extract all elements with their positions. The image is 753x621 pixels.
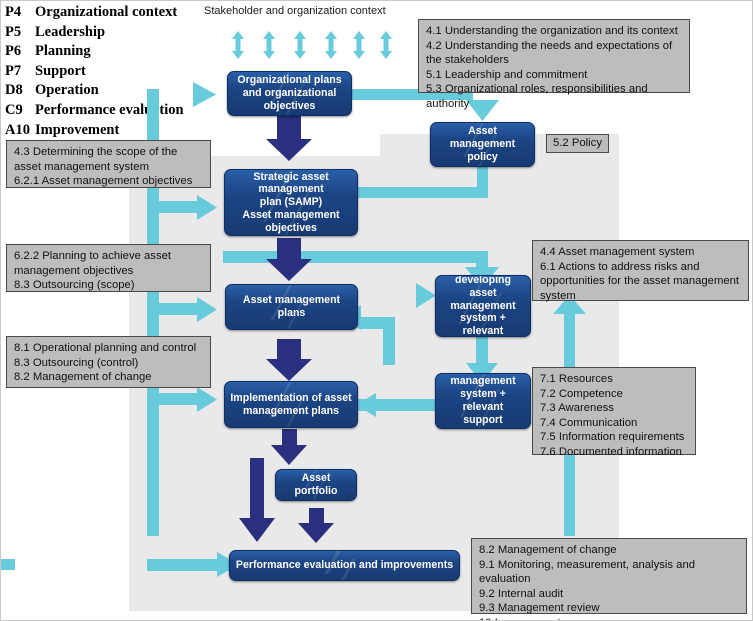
note-line: 7.4 Communication xyxy=(540,416,638,429)
legend-item: P6 Planning xyxy=(5,42,184,62)
ams-line-2: system + relevant xyxy=(460,388,506,413)
box-asset-management-plans[interactable]: Asset management plans xyxy=(225,284,358,330)
ams-line-1: Asset management xyxy=(450,374,516,388)
box-organizational-plans[interactable]: Organizational plans and organizational … xyxy=(227,71,352,116)
note-line: 7.2 Competence xyxy=(540,387,623,400)
legend-label: Planning xyxy=(35,43,91,60)
note-line: 9.2 Internal audit xyxy=(479,587,564,600)
box-label: Asset management system + relevant suppo… xyxy=(436,374,530,428)
legend-label: Performance evaluation xyxy=(35,101,184,118)
box-ams-support-elements[interactable]: Asset management system + relevant suppo… xyxy=(435,373,531,429)
legend-item: P5 Leadership xyxy=(5,23,184,43)
box-label: Performance evaluation and improvements xyxy=(235,559,454,572)
impl-line-1: Implementation of asset xyxy=(230,391,352,404)
legend-label: Organizational context xyxy=(35,4,178,20)
connector-samp-to-plans-h xyxy=(223,251,487,263)
box-label: Implementation of asset management plans xyxy=(226,392,355,418)
note-right-system: 4.4 Asset management system 6.1 Actions … xyxy=(532,240,749,302)
note-line: 8.1 Operational planning and control xyxy=(14,342,197,354)
legend-code: D8 xyxy=(5,82,23,99)
stakeholder-context-caption: Stakeholder and organization context xyxy=(204,5,386,17)
note-line: 8.3 Outsourcing (control) xyxy=(14,356,139,369)
note-line: 6.2.1 Asset management objectives xyxy=(14,175,193,188)
note-line: 6.2.2 Planning to achieve asset manageme… xyxy=(14,250,172,277)
note-line: 7.1 Resources xyxy=(540,373,613,385)
box-label: Asset management policy xyxy=(449,125,516,163)
samp-line-4: objectives xyxy=(265,221,317,234)
connector-ams-to-impl-h xyxy=(356,399,436,411)
note-line: 10 Improvement xyxy=(479,616,740,620)
connector-right-spine-top xyxy=(564,304,575,314)
box-label: Asset portfolio xyxy=(294,472,338,497)
plans-dev-line-2: asset management xyxy=(450,286,516,312)
note-left-operation: 8.1 Operational planning and control 8.3… xyxy=(6,336,211,388)
samp-line-2: plan (SAMP) xyxy=(259,196,323,209)
note-line: 7.5 Information requirements xyxy=(540,431,685,444)
arrowhead-to-org-plans xyxy=(193,82,216,107)
note-line: 7.3 Awareness xyxy=(540,402,614,415)
note-line: 4.1 Understanding the organization and i… xyxy=(426,25,678,37)
connector-impl-to-performance-bar xyxy=(250,458,264,518)
note-line: 8.2 Management of change xyxy=(479,544,617,556)
samp-line-1: Strategic asset management xyxy=(253,170,329,196)
plans-dev-line-3: system + relevant xyxy=(460,312,506,337)
connector-samp-to-plans-v xyxy=(476,251,488,276)
legend-label: Support xyxy=(35,62,86,79)
diagram-canvas: P4 Organizational context P5 Leadership … xyxy=(0,0,753,621)
box-performance-evaluation[interactable]: Performance evaluation and improvements xyxy=(229,550,460,581)
stakeholder-double-arrows xyxy=(232,31,392,59)
box-label: Asset management plans xyxy=(242,294,341,319)
note-line: 4.2 Understanding the needs and expectat… xyxy=(426,39,673,67)
note-line: 6.1 Actions to address risks and opportu… xyxy=(540,260,740,302)
plans-dev-line-1: Plans for developing xyxy=(455,275,511,287)
legend-code: P4 xyxy=(5,4,22,20)
box-label: Plans for developing asset management sy… xyxy=(436,275,530,337)
note-line: 5.1 Leadership and commitment xyxy=(426,68,588,81)
legend-label: Operation xyxy=(35,82,99,99)
arrow-orgplans-to-samp xyxy=(266,116,312,161)
box-label: Strategic asset management plan (SAMP) A… xyxy=(225,171,357,235)
box-asset-management-policy[interactable]: Asset management policy xyxy=(430,122,535,167)
legend-label: Leadership xyxy=(35,23,106,40)
note-line: 8.3 Outsourcing (scope) xyxy=(14,279,135,292)
connector-performance-stub-left xyxy=(1,559,15,570)
connector-policy-to-samp-h xyxy=(357,187,488,198)
legend-code: P5 xyxy=(5,23,22,40)
legend-item: P7 Support xyxy=(5,62,184,82)
connector-plans-to-amplans-v xyxy=(383,323,395,365)
box-plans-for-developing[interactable]: Plans for developing asset management sy… xyxy=(435,275,531,337)
note-top-right: 4.1 Understanding the organization and i… xyxy=(418,19,690,110)
note-line: 5.3 Organizational roles, responsibiliti… xyxy=(426,83,648,110)
note-right-support: 7.1 Resources 7.2 Competence 7.3 Awarene… xyxy=(532,367,696,458)
box-implementation[interactable]: Implementation of asset management plans xyxy=(224,381,358,428)
note-left-scope: 4.3 Determining the scope of the asset m… xyxy=(6,140,211,188)
note-line: 7.6 Documented information xyxy=(540,445,682,458)
connector-plans-to-ams-v xyxy=(476,337,488,371)
legend-code: P6 xyxy=(5,43,22,60)
connector-plans-to-amplans-h xyxy=(361,317,395,329)
note-line: 4.4 Asset management system xyxy=(540,246,695,258)
note-line: 9.1 Monitoring, measurement, analysis an… xyxy=(479,558,696,586)
note-bottom-right: 8.2 Management of change 9.1 Monitoring,… xyxy=(471,538,747,620)
box-asset-portfolio[interactable]: Asset portfolio xyxy=(275,469,357,501)
note-left-planning: 6.2.2 Planning to achieve asset manageme… xyxy=(6,244,211,292)
legend-code: C9 xyxy=(5,101,23,118)
impl-line-2: management plans xyxy=(243,404,339,417)
ams-line-3: support elements xyxy=(460,413,506,428)
note-line: 8.2 Management of change xyxy=(14,371,152,384)
legend-code: P7 xyxy=(5,62,22,79)
note-line: 5.2 Policy xyxy=(553,137,602,150)
legend-item: P4 Organizational context xyxy=(5,3,184,23)
samp-line-3: Asset management xyxy=(242,208,340,221)
connector-left-bottom xyxy=(147,559,239,571)
note-line: 4.3 Determining the scope of the asset m… xyxy=(14,146,178,173)
note-policy: 5.2 Policy xyxy=(546,134,609,153)
box-samp[interactable]: Strategic asset management plan (SAMP) A… xyxy=(224,169,358,236)
legend-label: Improvement xyxy=(35,121,120,138)
box-label: Organizational plans and organizational … xyxy=(237,74,342,112)
note-line: 9.3 Management review xyxy=(479,602,600,615)
legend-code: A10 xyxy=(5,121,30,138)
